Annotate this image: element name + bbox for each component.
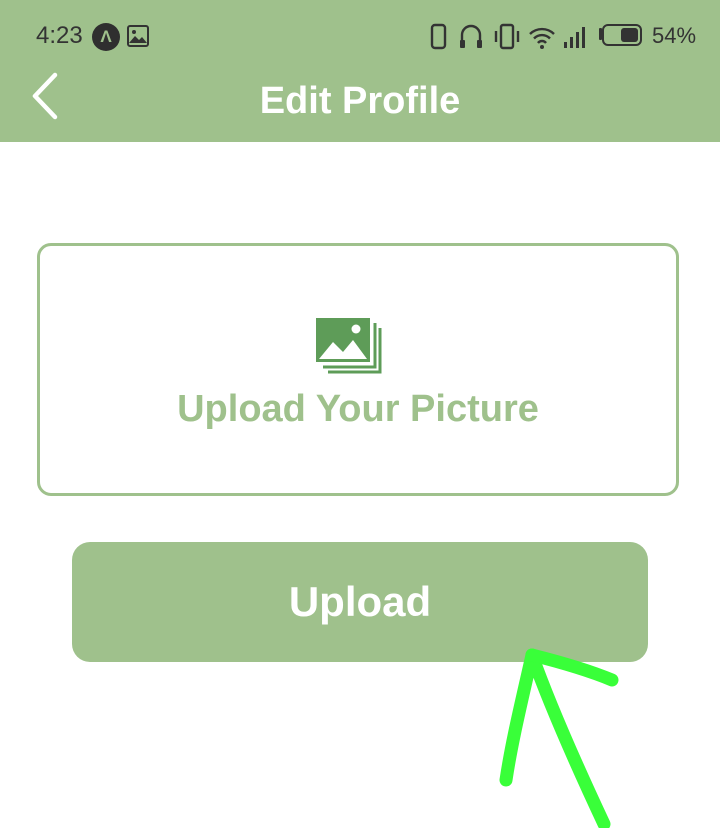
upload-card-label: Upload Your Picture <box>177 388 539 430</box>
image-gallery-icon <box>316 318 382 381</box>
battery-percent: 54% <box>652 23 697 48</box>
page-title: Edit Profile <box>259 80 461 122</box>
phone-icon <box>430 23 447 50</box>
gallery-icon <box>126 24 150 53</box>
headphones-icon <box>460 24 482 48</box>
status-time: 4:23 <box>36 22 83 49</box>
signal-icon <box>564 27 585 48</box>
wifi-icon <box>529 27 555 49</box>
battery-icon <box>599 24 642 46</box>
vibrate-icon <box>494 23 520 50</box>
app-header: 4:23 Λ 54% Edit Profile <box>0 0 720 142</box>
status-bar: 4:23 Λ 54% <box>0 0 720 72</box>
app-notification-icon: Λ <box>92 23 120 51</box>
upload-picture-card[interactable]: Upload Your Picture <box>37 243 679 496</box>
upload-button[interactable]: Upload <box>72 542 648 662</box>
